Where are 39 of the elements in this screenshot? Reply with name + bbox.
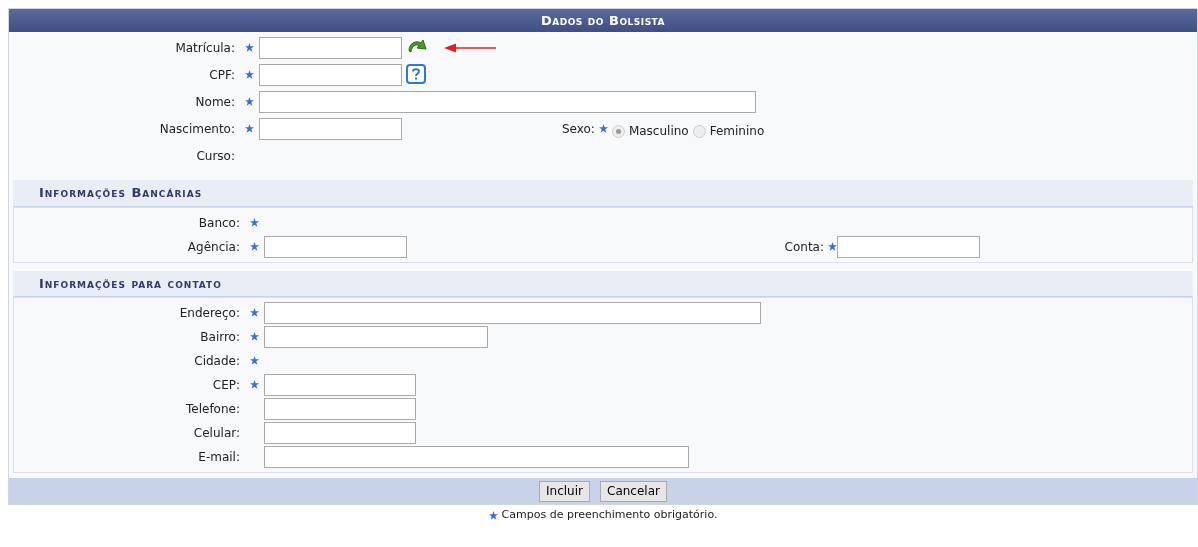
refresh-arrow-icon[interactable] (406, 37, 428, 55)
input-field[interactable] (259, 37, 402, 59)
field-label: Agência: (186, 238, 241, 256)
field-label: Telefone: (185, 401, 241, 418)
radio-option[interactable]: Feminino (692, 122, 765, 140)
field-label: Sexo: (562, 121, 595, 138)
field-label: Conta: (784, 238, 824, 256)
input-field[interactable] (264, 302, 761, 324)
radio-option[interactable]: Masculino (611, 122, 689, 140)
field-label: CEP: (211, 377, 241, 394)
field-label: Cidade: (193, 353, 241, 370)
field-label: Bairro: (199, 329, 241, 346)
input-field[interactable] (264, 398, 416, 420)
pointer-arrow-icon (444, 43, 496, 53)
field-label: Banco: (197, 214, 241, 232)
section-title: Informações para contato (13, 270, 1193, 297)
field-label: Matrícula: (174, 40, 236, 57)
section-title: Informações Bancárias (13, 180, 1193, 207)
field-label: CPF: (208, 67, 236, 84)
field-label: Celular: (192, 425, 241, 442)
field-label: Nome: (194, 94, 236, 111)
input-field[interactable] (264, 422, 416, 444)
input-field[interactable] (264, 374, 416, 396)
form-button[interactable]: Incluir (539, 480, 590, 502)
required-note: Campos de preenchimento obrigatório. (501, 507, 718, 523)
input-field[interactable] (259, 91, 756, 113)
input-field[interactable] (259, 118, 402, 140)
input-field[interactable] (264, 446, 689, 468)
field-label: Nascimento: (158, 121, 236, 138)
input-field[interactable] (264, 235, 407, 258)
field-label: Curso: (195, 148, 236, 165)
input-field[interactable] (837, 235, 980, 258)
input-field[interactable] (259, 64, 402, 86)
form-button[interactable]: Cancelar (600, 480, 667, 502)
field-label: Endereço: (178, 305, 241, 322)
input-field[interactable] (264, 326, 488, 348)
field-label: E-mail: (197, 449, 241, 466)
help-icon[interactable] (406, 64, 426, 84)
form-title: Dados do Bolsista (9, 9, 1197, 32)
